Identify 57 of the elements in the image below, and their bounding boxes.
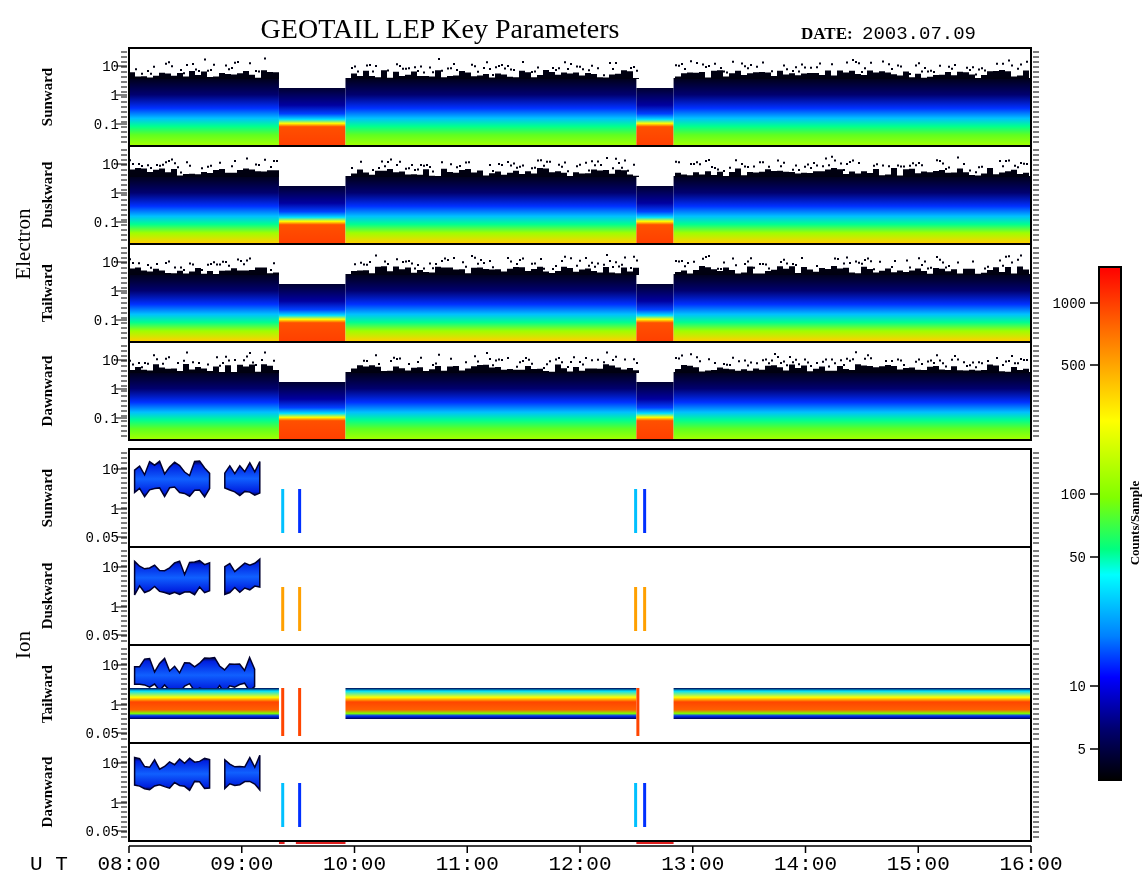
y-tick-label: 10	[102, 353, 119, 369]
group-label: Ion	[11, 631, 35, 659]
colorbar-tick-label: 1000	[1052, 296, 1086, 312]
x-tick-label: 15:00	[886, 853, 950, 876]
date-label: DATE:	[801, 24, 853, 43]
x-tick-label: 11:00	[435, 853, 499, 876]
x-tick-label: 13:00	[661, 853, 725, 876]
y-tick-label: 1	[110, 284, 119, 300]
y-tick-label: 1	[110, 698, 119, 714]
y-tick-label: 0.1	[93, 117, 119, 133]
axis-label: U T	[30, 853, 68, 876]
y-tick-label: 10	[102, 59, 119, 75]
panel-label: Dawnward	[39, 756, 55, 828]
y-tick-label: 10	[102, 658, 119, 674]
panel-label: Tailward	[39, 665, 55, 723]
y-tick-label: 1	[110, 88, 119, 104]
y-tick-label: 0.05	[85, 726, 119, 742]
chart-title: GEOTAIL LEP Key Parameters	[260, 13, 620, 44]
group-label: Electron	[11, 208, 35, 280]
y-tick-label: 1	[110, 186, 119, 202]
y-tick-label: 0.1	[93, 313, 119, 329]
x-tick-label: 08:00	[97, 853, 161, 876]
x-tick-label: 16:00	[999, 853, 1063, 876]
x-tick-label: 10:00	[323, 853, 386, 876]
y-tick-label: 0.05	[85, 530, 119, 546]
y-tick-label: 0.1	[93, 411, 119, 427]
colorbar-tick-label: 50	[1069, 550, 1086, 566]
y-tick-label: 10	[102, 756, 119, 772]
y-tick-label: 0.05	[85, 824, 119, 840]
panel-label: Duskward	[39, 562, 55, 630]
x-tick-label: 09:00	[210, 853, 274, 876]
panel-label: Duskward	[39, 161, 55, 229]
x-tick-label: 14:00	[774, 853, 837, 876]
interval-marker	[277, 842, 286, 844]
y-tick-label: 10	[102, 462, 119, 478]
panel-label: Sunward	[39, 67, 55, 127]
colorbar-tick-label: 500	[1060, 358, 1086, 374]
date-value: 2003.07.09	[862, 23, 977, 45]
y-tick-label: 10	[102, 157, 119, 173]
x-tick-label: 12:00	[548, 853, 612, 876]
interval-marker	[635, 842, 675, 844]
interval-marker	[294, 842, 347, 844]
colorbar-tick-label: 10	[1069, 679, 1086, 695]
panel-label: Sunward	[39, 468, 55, 528]
colorbar-label: Counts/Sample	[1127, 480, 1142, 566]
panel-label: Tailward	[39, 264, 55, 322]
colorbar-tick-label: 100	[1060, 487, 1086, 503]
y-tick-label: 1	[110, 600, 119, 616]
y-tick-label: 0.1	[93, 215, 119, 231]
y-tick-label: 1	[110, 382, 119, 398]
colorbar-tick-label: 5	[1077, 742, 1086, 758]
y-tick-label: 1	[110, 502, 119, 518]
panel-label: Dawnward	[39, 355, 55, 427]
y-tick-label: 0.05	[85, 628, 119, 644]
y-tick-label: 1	[110, 796, 119, 812]
y-tick-label: 10	[102, 255, 119, 271]
y-tick-label: 10	[102, 560, 119, 576]
